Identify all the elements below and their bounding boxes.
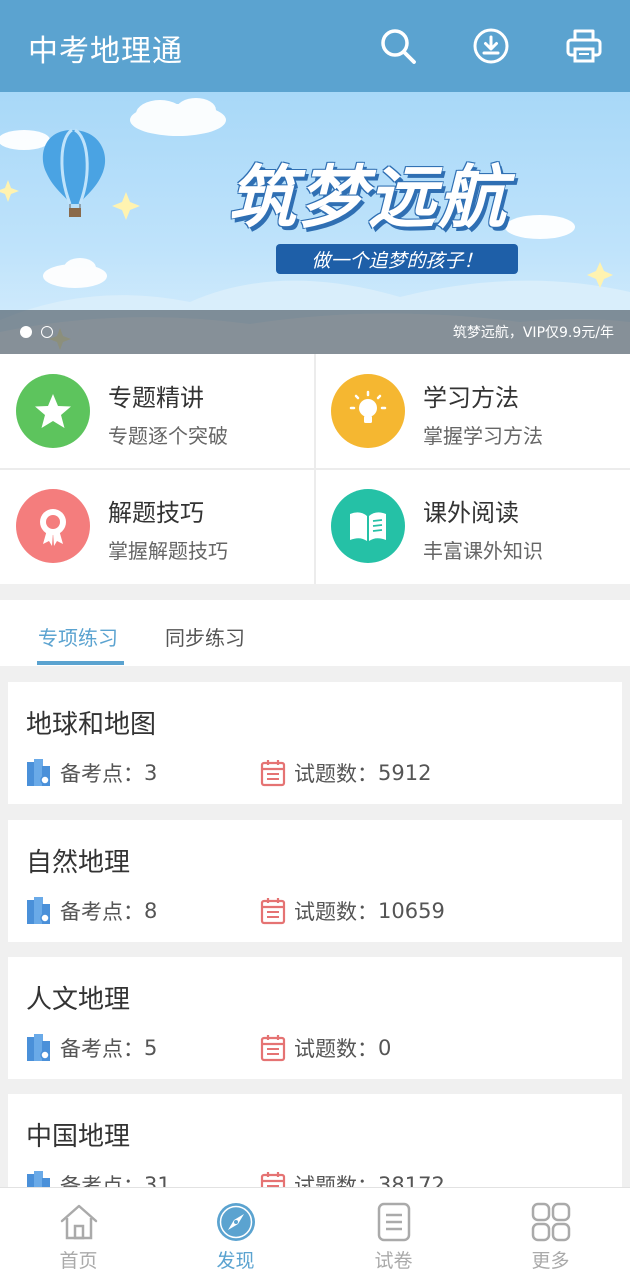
nav-discover[interactable]: 发现 — [157, 1188, 314, 1280]
feature-subtitle: 掌握学习方法 — [423, 424, 543, 448]
feature-subtitle: 掌握解题技巧 — [108, 539, 228, 563]
grid-icon — [531, 1202, 571, 1242]
card-title: 人文地理 — [26, 985, 131, 1015]
feature-solving-tips[interactable]: 解题技巧 掌握解题技巧 — [0, 469, 315, 584]
questions-value: 5912 — [378, 761, 432, 785]
points-meta: 备考点： 8 — [26, 896, 157, 926]
points-value: 3 — [144, 761, 158, 785]
app-title: 中考地理通 — [28, 34, 183, 69]
books-icon — [27, 759, 50, 786]
practice-tabs: 专项练习 同步练习 — [0, 600, 630, 666]
questions-label: 试题数： — [294, 762, 378, 786]
card-title: 地球和地图 — [26, 710, 157, 740]
book-icon — [331, 489, 405, 563]
questions-value: 0 — [378, 1036, 392, 1060]
feature-study-method[interactable]: 学习方法 掌握学习方法 — [315, 354, 630, 469]
star-icon — [16, 374, 90, 448]
tab-sync-practice[interactable]: 同步练习 — [165, 622, 245, 651]
calendar-icon — [260, 1035, 286, 1062]
search-icon[interactable] — [377, 25, 419, 67]
app-header: 中考地理通 — [0, 0, 630, 92]
nav-more[interactable]: 更多 — [472, 1188, 629, 1280]
list-item[interactable]: 自然地理 备考点： 8 试题数： 10659 — [8, 820, 622, 942]
nav-label: 试卷 — [374, 1250, 413, 1272]
list-item[interactable]: 地球和地图 备考点： 3 试题数： 5912 — [8, 682, 622, 804]
points-meta: 备考点： 3 — [26, 758, 157, 788]
nav-label: 更多 — [531, 1250, 570, 1272]
books-icon — [27, 897, 50, 924]
tab-active-indicator — [37, 661, 124, 665]
questions-meta: 试题数： 10659 — [260, 896, 445, 926]
feature-title: 解题技巧 — [108, 499, 204, 527]
print-icon[interactable] — [563, 25, 605, 67]
feature-title: 学习方法 — [423, 384, 519, 412]
carousel-dot-1[interactable] — [20, 326, 32, 338]
feature-title: 课外阅读 — [423, 499, 519, 527]
download-icon[interactable] — [470, 25, 512, 67]
list-item[interactable]: 人文地理 备考点： 5 试题数： 0 — [8, 957, 622, 1079]
rosette-icon — [16, 489, 90, 563]
carousel-dot-2[interactable] — [41, 326, 53, 338]
questions-label: 试题数： — [294, 1037, 378, 1061]
nav-label: 发现 — [216, 1250, 255, 1272]
feature-topic-lecture[interactable]: 专题精讲 专题逐个突破 — [0, 354, 315, 469]
points-value: 8 — [144, 899, 158, 923]
nav-label: 首页 — [59, 1250, 98, 1272]
points-meta: 备考点： 5 — [26, 1033, 157, 1063]
feature-grid: 专题精讲 专题逐个突破 学习方法 掌握学习方法 解题技巧 掌握解题技巧 课外阅读… — [0, 354, 630, 584]
questions-meta: 试题数： 0 — [260, 1033, 391, 1063]
calendar-icon — [260, 898, 286, 925]
feature-subtitle: 专题逐个突破 — [108, 424, 228, 448]
points-value: 5 — [144, 1036, 158, 1060]
bottom-nav: 首页 发现 试卷 更多 — [0, 1187, 630, 1280]
feature-subtitle: 丰富课外知识 — [423, 539, 543, 563]
banner-subtitle: 做一个追梦的孩子！ — [276, 244, 518, 274]
banner-caption-bar: 筑梦远航，VIP仅9.9元/年 — [0, 310, 630, 354]
questions-meta: 试题数： 5912 — [260, 758, 431, 788]
questions-label: 试题数： — [294, 900, 378, 924]
points-label: 备考点： — [60, 762, 144, 786]
nav-papers[interactable]: 试卷 — [315, 1188, 472, 1280]
points-label: 备考点： — [60, 900, 144, 924]
banner-title: 筑梦远航 — [228, 158, 509, 238]
grid-divider — [0, 468, 630, 470]
feature-extra-reading[interactable]: 课外阅读 丰富课外知识 — [315, 469, 630, 584]
banner-caption: 筑梦远航，VIP仅9.9元/年 — [452, 325, 614, 341]
lightbulb-icon — [331, 374, 405, 448]
card-title: 自然地理 — [26, 848, 131, 878]
feature-title: 专题精讲 — [108, 384, 204, 412]
calendar-icon — [260, 760, 286, 787]
nav-home[interactable]: 首页 — [0, 1188, 157, 1280]
card-title: 中国地理 — [26, 1122, 131, 1152]
compass-icon — [217, 1203, 255, 1241]
tab-special-practice[interactable]: 专项练习 — [38, 622, 118, 651]
home-icon — [60, 1204, 98, 1240]
books-icon — [27, 1034, 50, 1061]
points-label: 备考点： — [60, 1037, 144, 1061]
promo-banner[interactable]: 筑梦远航 做一个追梦的孩子！ 筑梦远航，VIP仅9.9元/年 — [0, 92, 630, 354]
paper-icon — [377, 1202, 411, 1242]
questions-value: 10659 — [378, 899, 445, 923]
